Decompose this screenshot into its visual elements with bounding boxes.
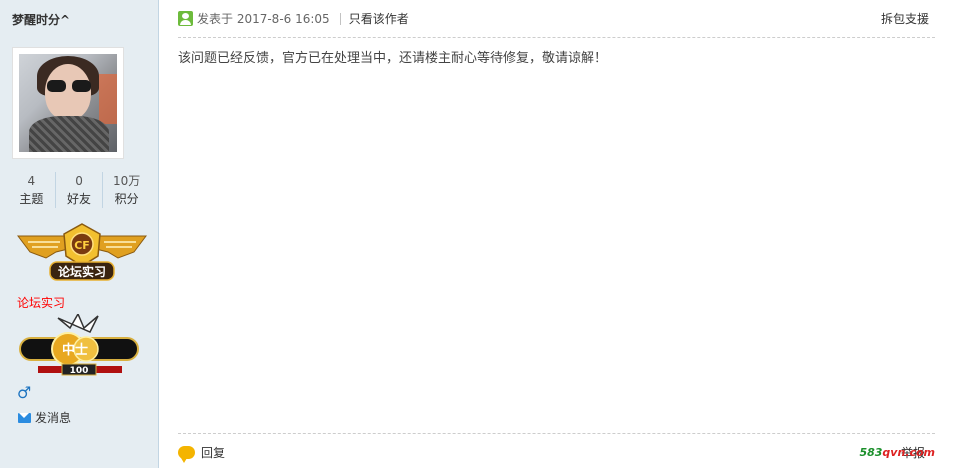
- mail-icon: [18, 412, 31, 423]
- support-link[interactable]: 拆包支援: [881, 10, 929, 28]
- send-message-label: 发消息: [35, 411, 72, 425]
- medal-title: 论坛实习: [17, 296, 66, 310]
- stat-points[interactable]: 10万 积分: [102, 172, 150, 208]
- post-date: 发表于 2017-8-6 16:05: [197, 12, 330, 26]
- online-user-icon: [178, 11, 193, 26]
- header-divider: [339, 13, 341, 25]
- post-content: 该问题已经反馈，官方已在处理当中，还请楼主耐心等待修复，敬请谅解！: [178, 51, 608, 66]
- author-stats: 4 主题 0 好友 10万 积分: [8, 172, 150, 208]
- post-footer: 回复 举报 583qvn.com: [178, 433, 935, 468]
- post-header: 发表于 2017-8-6 16:05 只看该作者 拆包支援: [178, 10, 935, 38]
- medal-text: 论坛实习: [58, 264, 106, 279]
- author-username[interactable]: 梦醒时分^: [12, 11, 70, 28]
- svg-text:CF: CF: [74, 239, 90, 252]
- rank-number: 100: [70, 366, 89, 376]
- reply-icon: [178, 446, 195, 463]
- forum-intern-medal-icon: CF 论坛实习: [17, 223, 147, 281]
- male-icon: ♂: [17, 383, 32, 402]
- stat-threads[interactable]: 4 主题: [8, 172, 55, 208]
- reply-label: 回复: [201, 446, 226, 460]
- site-watermark: 583qvn.com: [859, 446, 935, 459]
- send-message-link[interactable]: 发消息: [18, 409, 71, 426]
- stat-friends[interactable]: 0 好友: [54, 172, 103, 208]
- rank-badge-icon: 中士 100: [19, 314, 139, 376]
- reply-button[interactable]: 回复: [178, 444, 226, 463]
- author-sidebar: 梦醒时分^ 4 主题 0 好友 10万 积分 CF 论坛实习 论坛实习 中士 1…: [0, 0, 159, 468]
- avatar-image: [19, 54, 117, 152]
- rank-text: 中士: [62, 342, 88, 358]
- avatar[interactable]: [12, 47, 124, 159]
- post-page: 梦醒时分^ 4 主题 0 好友 10万 积分 CF 论坛实习 论坛实习 中士 1…: [0, 0, 955, 468]
- only-author-link[interactable]: 只看该作者: [349, 10, 409, 28]
